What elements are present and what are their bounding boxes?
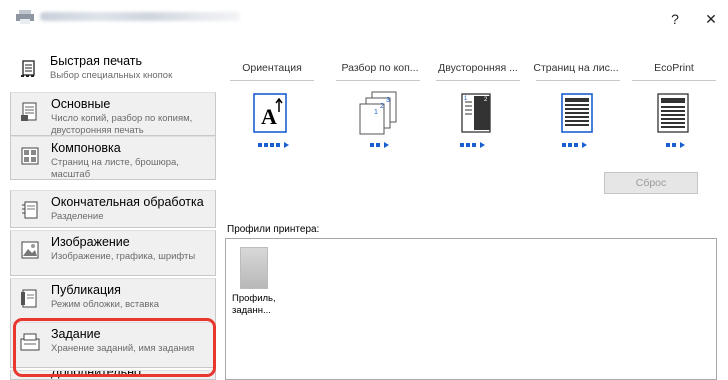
- profile-thumbnail-icon: [240, 247, 268, 289]
- sidebar-item-description: Разделение: [51, 211, 104, 222]
- sidebar-item-label: Основные: [51, 97, 111, 111]
- sidebar-item-image[interactable]: Изображение Изображение, графика, шрифты: [10, 230, 216, 276]
- job-storage-icon: [20, 333, 40, 351]
- sidebar-item-description: Число копий, разбор по копиям, двусторон…: [51, 113, 193, 136]
- orientation-options-indicator: [258, 142, 289, 148]
- sidebar: Быстрая печать Выбор специальных кнопок …: [10, 44, 216, 380]
- layout-icon: [21, 147, 39, 165]
- quick-print-icon: [21, 60, 35, 77]
- finishing-icon: [22, 201, 38, 219]
- sidebar-item-label: Компоновка: [51, 141, 121, 155]
- column-divider: [336, 80, 420, 81]
- window-title: [40, 12, 240, 21]
- svg-text:A: A: [261, 104, 277, 129]
- title-bar: ? ✕: [0, 0, 728, 34]
- sidebar-item-description: Хранение заданий, имя задания: [51, 343, 195, 354]
- duplex-icon[interactable]: 1 2: [458, 90, 498, 136]
- sidebar-item-label: Изображение: [51, 235, 130, 249]
- sidebar-item-label: Окончательная обработка: [51, 195, 204, 209]
- column-divider: [632, 80, 716, 81]
- profile-name: Профиль, заданн...: [232, 293, 276, 316]
- printer-profiles-list[interactable]: Профиль, заданн...: [225, 238, 717, 380]
- sidebar-item-description: Выбор специальных кнопок: [50, 70, 173, 81]
- pages-per-sheet-icon[interactable]: [558, 90, 598, 136]
- duplex-label: Двусторонняя ...: [438, 62, 518, 74]
- sidebar-item-description: Режим обложки, вставка: [51, 299, 160, 310]
- pages-per-sheet-label: Страниц на лис...: [533, 62, 619, 74]
- sidebar-item-job[interactable]: Задание Хранение заданий, имя задания: [10, 322, 216, 368]
- sidebar-item-label: Дополнительно: [51, 370, 141, 379]
- printer-profiles-label: Профили принтера:: [227, 224, 320, 235]
- sidebar-item-description: Изображение, графика, шрифты: [51, 251, 196, 262]
- ecoprint-icon[interactable]: [654, 90, 694, 136]
- sidebar-item-publishing[interactable]: Публикация Режим обложки, вставка: [10, 278, 216, 324]
- sidebar-item-finishing[interactable]: Окончательная обработка Разделение: [10, 190, 216, 228]
- image-icon: [21, 241, 39, 259]
- sidebar-item-quick-print[interactable]: Быстрая печать Выбор специальных кнопок: [10, 50, 216, 88]
- svg-text:1: 1: [374, 109, 378, 116]
- collate-label: Разбор по коп...: [341, 62, 419, 74]
- collate-options-indicator: [370, 142, 389, 148]
- duplex-options-indicator: [460, 142, 485, 148]
- svg-text:3: 3: [386, 97, 390, 104]
- sidebar-item-label: Задание: [51, 327, 101, 341]
- orientation-label: Ориентация: [242, 62, 302, 74]
- publishing-icon: [21, 289, 37, 308]
- orientation-icon[interactable]: A: [252, 90, 292, 136]
- svg-text:2: 2: [380, 103, 384, 110]
- ecoprint-options-indicator: [666, 142, 685, 148]
- sidebar-item-basic[interactable]: Основные Число копий, разбор по копиям, …: [10, 92, 216, 136]
- quick-print-panel: Ориентация A Разбор по коп... 3 2 1 Двус…: [222, 44, 728, 380]
- sidebar-item-description: Страниц на листе, брошюра, масштаб: [51, 157, 179, 180]
- sidebar-item-layout[interactable]: Компоновка Страниц на листе, брошюра, ма…: [10, 136, 216, 180]
- column-divider: [436, 80, 520, 81]
- printer-app-icon: [16, 10, 34, 24]
- sidebar-item-label: Публикация: [51, 283, 121, 297]
- reset-button[interactable]: Сброс: [604, 172, 698, 194]
- help-button[interactable]: ?: [660, 8, 690, 30]
- sidebar-item-label: Быстрая печать: [50, 54, 143, 68]
- document-settings-icon: [21, 102, 37, 121]
- column-divider: [230, 80, 314, 81]
- pages-per-sheet-options-indicator: [562, 142, 587, 148]
- sidebar-item-advanced[interactable]: Дополнительно: [10, 370, 216, 380]
- column-divider: [536, 80, 620, 81]
- ecoprint-label: EcoPrint: [654, 62, 694, 74]
- collate-icon[interactable]: 3 2 1: [356, 90, 400, 136]
- close-button[interactable]: ✕: [696, 8, 726, 30]
